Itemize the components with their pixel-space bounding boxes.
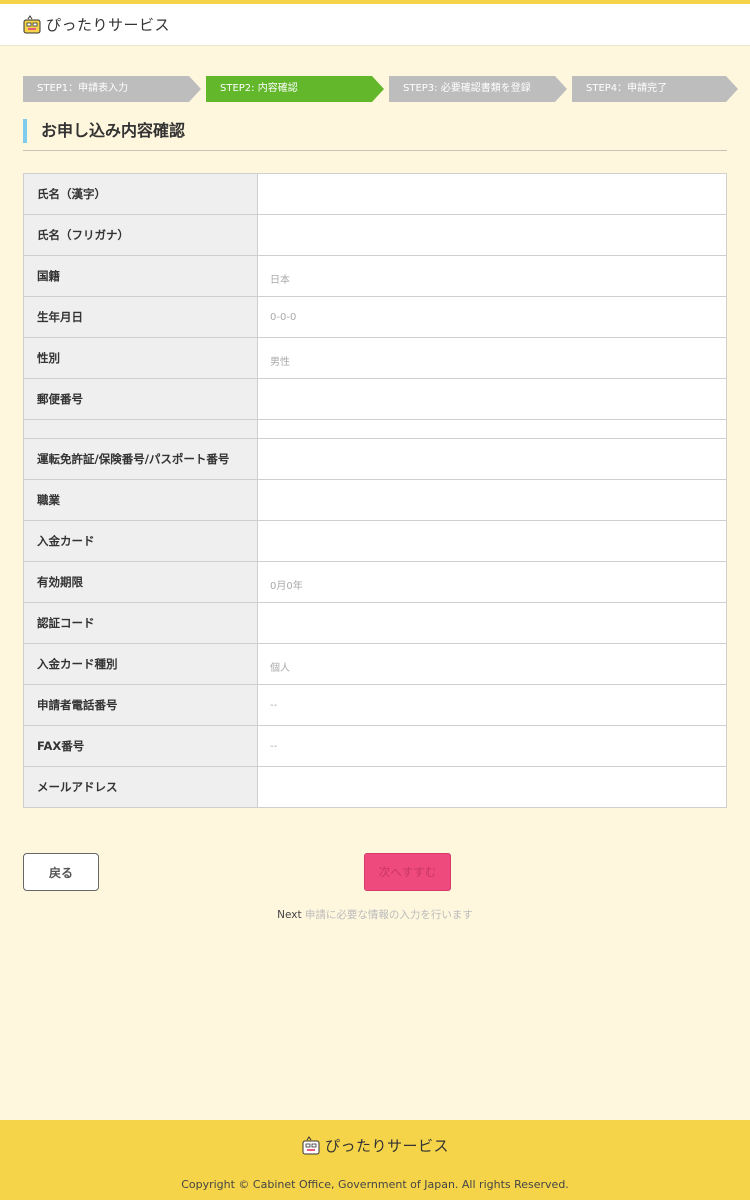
table-row: 郵便番号 (23, 378, 727, 420)
row-value (257, 479, 727, 521)
top-header: ぴったりサービス (0, 0, 750, 46)
footer-logo[interactable]: ぴったりサービス (0, 1135, 750, 1156)
step-1-label: STEP1：申請表入力 (37, 83, 129, 94)
table-row: 有効期限 0月0年 (23, 561, 727, 603)
confirmation-table: 氏名（漢字） 氏名（フリガナ） 国籍 日本 生年月日 0-0-0 性別 男性 郵便番号… (23, 173, 727, 808)
pittari-logo-icon (23, 14, 41, 33)
row-value: 0-0-0 (257, 296, 727, 338)
row-label: FAX番号 (23, 725, 258, 767)
step-3: STEP3: 必要確認書類を登録 (389, 76, 567, 102)
row-label: メールアドレス (23, 766, 258, 808)
next-hint-prefix: Next (277, 909, 302, 921)
table-row: 職業 (23, 479, 727, 521)
row-label: 有効期限 (23, 561, 258, 603)
table-row: 性別 男性 (23, 337, 727, 379)
row-value: 個人 (257, 643, 727, 685)
row-value (257, 438, 727, 480)
page-title: お申し込み内容確認 (41, 121, 186, 140)
table-row (23, 419, 727, 439)
row-value (257, 520, 727, 562)
step-4: STEP4：申請完了 (572, 76, 738, 102)
table-row: 申請者電話番号 -- (23, 684, 727, 726)
footer: ぴったりサービス Copyright © Cabinet Office, Gov… (0, 1120, 750, 1200)
step-progress: STEP1：申請表入力 STEP2: 内容確認 STEP3: 必要確認書類を登録… (23, 76, 743, 102)
row-value: 0月0年 (257, 561, 727, 603)
row-label: 職業 (23, 479, 258, 521)
row-label: 郵便番号 (23, 378, 258, 420)
section-heading: お申し込み内容確認 (23, 117, 727, 151)
table-row: 運転免許証/保険番号/パスポート番号 (23, 438, 727, 480)
row-label: 氏名（フリガナ） (23, 214, 258, 256)
row-value (257, 766, 727, 808)
table-row: メールアドレス (23, 766, 727, 808)
step-4-label: STEP4：申請完了 (586, 83, 668, 94)
step-3-label: STEP3: 必要確認書類を登録 (403, 83, 531, 94)
row-value (257, 214, 727, 256)
row-value: 日本 (257, 255, 727, 297)
next-hint: Next 申請に必要な情報の入力を行います (0, 907, 750, 922)
table-row: 国籍 日本 (23, 255, 727, 297)
header-logo[interactable]: ぴったりサービス (22, 14, 170, 35)
row-value (257, 173, 727, 215)
row-label: 性別 (23, 337, 258, 379)
back-button[interactable]: 戻る (23, 853, 99, 891)
row-label: 入金カード (23, 520, 258, 562)
table-row: 生年月日 0-0-0 (23, 296, 727, 338)
table-row: 認証コード (23, 602, 727, 644)
next-button[interactable]: 次へすすむ (364, 853, 451, 891)
row-label: 国籍 (23, 255, 258, 297)
table-row: FAX番号 -- (23, 725, 727, 767)
row-label: 入金カード種別 (23, 643, 258, 685)
next-hint-text: 申請に必要な情報の入力を行います (301, 909, 473, 921)
row-label (23, 419, 258, 439)
table-row: 氏名（漢字） (23, 173, 727, 215)
table-row: 入金カード種別 個人 (23, 643, 727, 685)
row-label: 認証コード (23, 602, 258, 644)
title-accent-bar (23, 119, 27, 143)
pittari-logo-icon (302, 1135, 320, 1154)
row-value (257, 419, 727, 439)
row-value (257, 378, 727, 420)
row-value: -- (257, 684, 727, 726)
step-1: STEP1：申請表入力 (23, 76, 201, 102)
row-value: -- (257, 725, 727, 767)
table-row: 氏名（フリガナ） (23, 214, 727, 256)
footer-logo-text: ぴったりサービス (324, 1137, 449, 1155)
row-label: 運転免許証/保険番号/パスポート番号 (23, 438, 258, 480)
row-label: 生年月日 (23, 296, 258, 338)
copyright-text: Copyright © Cabinet Office, Government o… (181, 1178, 569, 1191)
header-logo-text: ぴったりサービス (46, 16, 171, 34)
step-2-label: STEP2: 内容確認 (220, 83, 298, 94)
step-2: STEP2: 内容確認 (206, 76, 384, 102)
row-value: 男性 (257, 337, 727, 379)
row-label: 申請者電話番号 (23, 684, 258, 726)
row-value (257, 602, 727, 644)
table-row: 入金カード (23, 520, 727, 562)
row-label: 氏名（漢字） (23, 173, 258, 215)
